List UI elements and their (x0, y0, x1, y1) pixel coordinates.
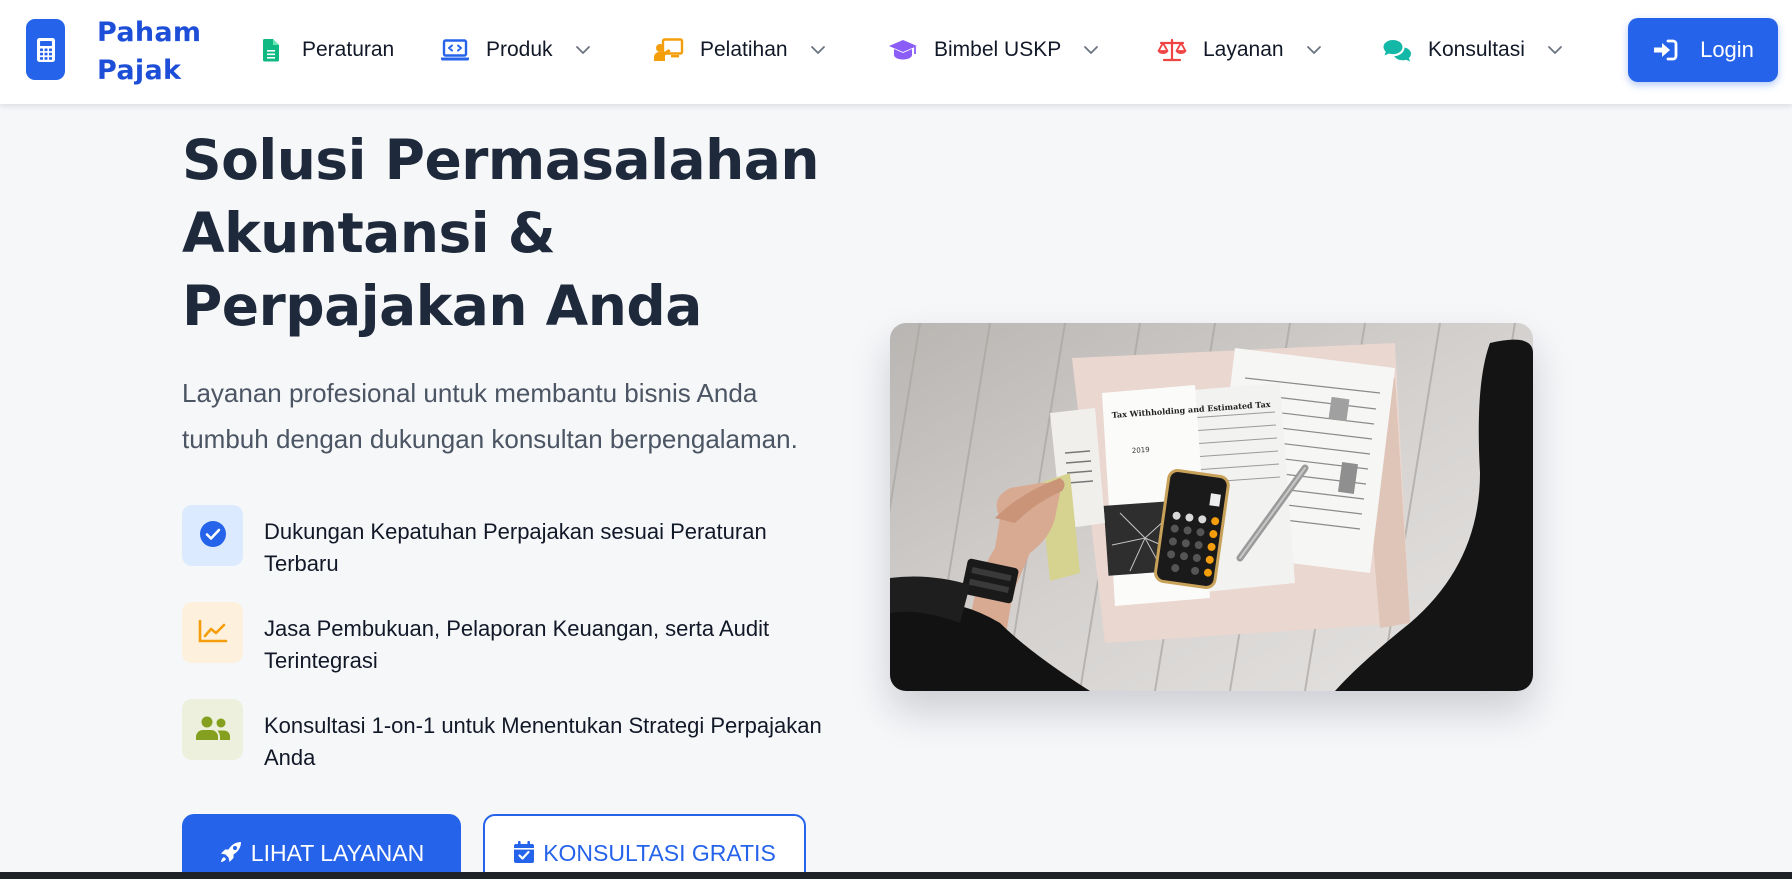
nav-item-produk[interactable]: Produk (440, 30, 591, 70)
hero-image: Tax Withholding and Estimated Tax 2019 (890, 323, 1533, 691)
nav-item-bimbel-uskp[interactable]: Bimbel USKP (888, 30, 1099, 70)
calendar-check-icon (513, 840, 535, 864)
feature-item: Dukungan Kepatuhan Perpajakan sesuai Per… (182, 505, 842, 576)
hero-title-line1: Solusi Permasalahan (182, 128, 820, 192)
chevron-down-icon[interactable] (810, 45, 826, 55)
nav-label-pelatihan: Pelatihan (700, 38, 788, 61)
chevron-down-icon[interactable] (1306, 45, 1322, 55)
feature-text: Jasa Pembukuan, Pelaporan Keuangan, sert… (264, 616, 770, 673)
users-icon (195, 715, 231, 745)
nav-label-layanan: Layanan (1203, 38, 1284, 61)
feature-text: Dukungan Kepatuhan Perpajakan sesuai Per… (264, 519, 767, 576)
chevron-down-icon[interactable] (1547, 45, 1563, 55)
rocket-icon (219, 840, 243, 864)
feature-icon-box (182, 602, 243, 663)
konsultasi-gratis-label: KONSULTASI GRATIS (543, 840, 776, 866)
feature-item: Jasa Pembukuan, Pelaporan Keuangan, sert… (182, 602, 842, 673)
login-label: Login (1700, 37, 1754, 62)
brand-name[interactable]: Paham Pajak (97, 14, 201, 90)
chevron-down-icon[interactable] (1083, 45, 1099, 55)
lihat-layanan-button[interactable]: LIHAT LAYANAN (182, 814, 461, 879)
comments-icon (1382, 36, 1412, 64)
nav-item-konsultasi[interactable]: Konsultasi (1382, 30, 1563, 70)
nav-item-peraturan[interactable]: Peraturan (256, 30, 394, 70)
hero-subtitle: Layanan profesional untuk membantu bisni… (182, 378, 798, 454)
chalkboard-teacher-icon (654, 36, 684, 64)
bottom-edge-bar (0, 872, 1792, 879)
feature-icon-box (182, 505, 243, 566)
hero-title-line3: Perpajakan Anda (182, 274, 702, 338)
site-header: Paham Pajak Peraturan Produk Pelatihan B… (0, 0, 1792, 104)
check-circle-icon (199, 520, 227, 552)
chart-line-icon (198, 619, 228, 647)
chevron-down-icon[interactable] (575, 45, 591, 55)
nav-item-layanan[interactable]: Layanan (1157, 30, 1322, 70)
balance-scale-icon (1157, 36, 1187, 64)
brand-name-line2: Pajak (97, 55, 182, 86)
brand-name-line1: Paham (97, 17, 202, 48)
nav-label-peraturan: Peraturan (302, 38, 395, 61)
nav-item-pelatihan[interactable]: Pelatihan (654, 30, 826, 70)
feature-text: Konsultasi 1-on-1 untuk Menentukan Strat… (264, 713, 822, 770)
feature-item: Konsultasi 1-on-1 untuk Menentukan Strat… (182, 699, 842, 770)
calculator-icon[interactable] (26, 19, 65, 80)
hero-title: Solusi Permasalahan Akuntansi & Perpajak… (182, 124, 842, 343)
nav-label-bimbel-uskp: Bimbel USKP (934, 38, 1062, 61)
konsultasi-gratis-button[interactable]: KONSULTASI GRATIS (483, 814, 806, 879)
graduation-cap-icon (888, 36, 918, 64)
feature-icon-box (182, 699, 243, 760)
nav-label-produk: Produk (486, 38, 553, 61)
login-button[interactable]: Login (1628, 18, 1778, 82)
file-icon (256, 36, 286, 64)
nav-label-konsultasi: Konsultasi (1428, 38, 1525, 61)
hero-title-line2: Akuntansi & (182, 201, 556, 265)
image-doc-year: 2019 (1132, 446, 1150, 455)
laptop-code-icon (440, 36, 470, 64)
lihat-layanan-label: LIHAT LAYANAN (250, 840, 425, 866)
sign-in-icon (1652, 39, 1678, 61)
